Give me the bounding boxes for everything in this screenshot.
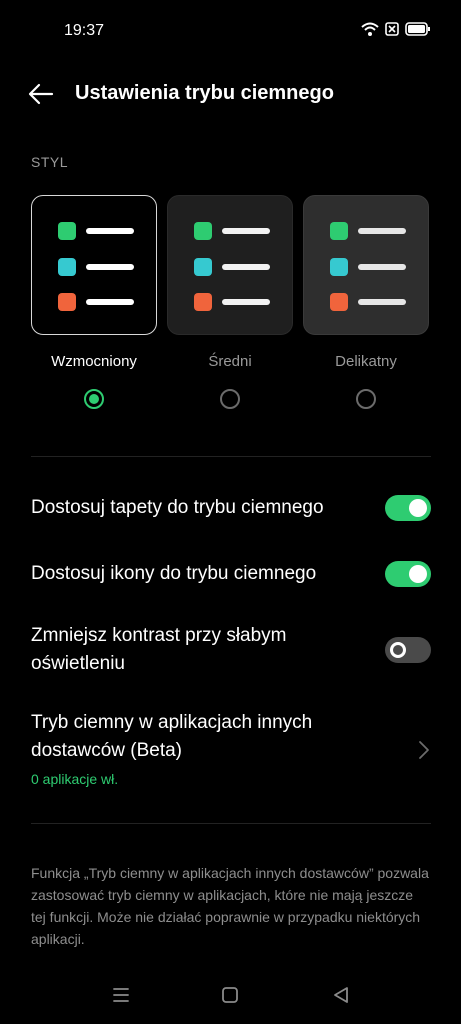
preview-row [58,222,138,240]
radio-medium[interactable] [220,389,240,409]
style-card-gentle[interactable] [303,195,429,335]
toggle-wallpaper[interactable] [385,495,431,521]
preview-line [358,264,406,270]
preview-line [86,264,134,270]
back-arrow-icon[interactable] [28,81,54,107]
setting-third-party-status: 0 aplikacje wł. [31,771,119,787]
setting-icons-label: Dostosuj ikony do trybu ciemnego [31,563,317,584]
home-icon[interactable] [219,984,241,1006]
navigation-bar [0,980,461,1010]
status-icons [361,22,431,36]
setting-icons[interactable]: Dostosuj ikony do trybu ciemnego [31,560,431,590]
setting-wallpaper-label: Dostosuj tapety do trybu ciemnego [31,497,324,518]
chevron-right-icon [419,741,429,759]
page-title: Ustawienia trybu ciemnego [75,82,334,104]
setting-third-party-label: Tryb ciemny w aplikacjach innych dostawc… [31,712,313,761]
preview-dot-cyan [194,258,212,276]
preview-row [330,222,410,240]
setting-contrast[interactable]: Zmniejsz kontrast przy słabym oświetleni… [31,622,431,682]
setting-third-party-apps[interactable]: Tryb ciemny w aplikacjach innych dostawc… [31,709,431,791]
toggle-contrast[interactable] [385,637,431,663]
style-label-gentle: Delikatny [335,353,397,370]
footnote: Funkcja „Tryb ciemny w aplikacjach innyc… [31,865,429,947]
preview-dot-orange [194,293,212,311]
preview-row [58,293,138,311]
status-time: 19:37 [64,22,105,39]
preview-line [358,299,406,305]
radio-gentle[interactable] [356,389,376,409]
preview-dot-cyan [330,258,348,276]
divider [31,823,431,824]
preview-line [86,299,134,305]
style-label-medium: Średni [208,353,252,370]
back-icon[interactable] [330,984,352,1006]
header: Ustawienia trybu ciemnego [0,76,461,116]
preview-line [86,228,134,234]
style-card-medium[interactable] [167,195,293,335]
setting-contrast-label: Zmniejsz kontrast przy słabym oświetleni… [31,625,287,674]
battery-icon [405,22,430,36]
preview-dot-green [330,222,348,240]
section-label-style: STYL [31,154,69,170]
menu-icon[interactable] [110,984,132,1006]
preview-line [222,228,270,234]
preview-dot-green [58,222,76,240]
style-card-enhanced[interactable] [31,195,157,335]
preview-row [194,258,274,276]
toggle-icons[interactable] [385,561,431,587]
style-label-enhanced: Wzmocniony [51,353,137,370]
preview-line [222,264,270,270]
preview-row [330,258,410,276]
preview-dot-cyan [58,258,76,276]
setting-wallpaper[interactable]: Dostosuj tapety do trybu ciemnego [31,494,431,524]
preview-row [194,222,274,240]
preview-dot-green [194,222,212,240]
preview-row [330,293,410,311]
preview-row [58,258,138,276]
preview-dot-orange [58,293,76,311]
status-bar: 19:37 [0,0,461,60]
no-sim-icon [385,22,399,36]
wifi-icon [361,22,379,36]
preview-line [358,228,406,234]
radio-enhanced[interactable] [84,389,104,409]
divider [31,456,431,457]
preview-dot-orange [330,293,348,311]
preview-line [222,299,270,305]
style-options: Wzmocniony Średni Delikatny [31,195,431,417]
preview-row [194,293,274,311]
